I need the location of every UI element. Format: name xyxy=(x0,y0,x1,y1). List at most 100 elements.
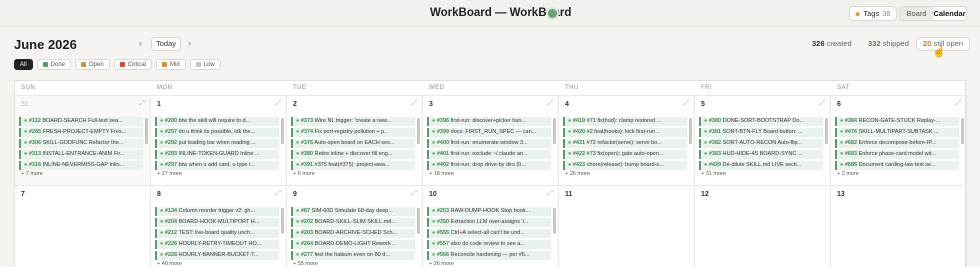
event-card[interactable]: ● #204 BOARD-HOOK-MULTIPORT H... xyxy=(155,218,279,227)
expand-day-icon[interactable]: ⤢ xyxy=(411,190,417,198)
day-cell[interactable]: 6 ⤢ ● #384 RECON-GATE-STUCK Replay-... ● #4… xyxy=(831,95,967,185)
event-card[interactable]: ● #384 RECON-GATE-STUCK Replay-... xyxy=(835,117,959,126)
expand-day-icon[interactable]: ⤢ xyxy=(275,100,281,108)
more-events-link[interactable]: + 40 more xyxy=(157,261,182,267)
day-scrollbar[interactable] xyxy=(145,118,148,144)
more-events-link[interactable]: + 55 more xyxy=(293,261,318,267)
day-scrollbar[interactable] xyxy=(689,118,692,144)
event-card[interactable]: ● #429 Dé-dilute SKILL.md LIVE secti... xyxy=(699,161,823,170)
day-scrollbar[interactable] xyxy=(281,208,284,234)
more-events-link[interactable]: + 27 more xyxy=(157,171,182,177)
day-cell[interactable]: 11 xyxy=(559,185,695,267)
event-card[interactable]: ● #382 SORT-AUTO-RECON Auto-flip... xyxy=(699,139,823,148)
event-card[interactable]: ● #401 first-run: exclude ~/.claude an..… xyxy=(427,150,551,159)
day-scrollbar[interactable] xyxy=(553,118,556,144)
event-card[interactable]: ● #423 chore(release): bump board-s... xyxy=(563,161,687,170)
day-cell[interactable]: 9 ⤢ ● #87 SIM-60D Simulate 60-day deep... ●… xyxy=(287,185,423,267)
day-cell[interactable]: 13 xyxy=(831,185,967,267)
day-scrollbar[interactable] xyxy=(417,118,420,144)
event-card[interactable]: ● #685 Document carding-law test se... xyxy=(835,161,959,170)
event-card[interactable]: ● #134 Column reorder trigger v2: gh... xyxy=(155,207,279,216)
expand-day-icon[interactable]: ⤢ xyxy=(547,190,553,198)
event-card[interactable]: ● #380 Retire inline + discover fill eng… xyxy=(291,150,415,159)
more-events-link[interactable]: + 31 more xyxy=(701,171,726,177)
event-card[interactable]: ● #277 feel the haikum even on 80 d... xyxy=(291,251,415,260)
event-card[interactable]: ● #566 Reconcile hardening — per #5... xyxy=(427,251,551,260)
event-card[interactable]: ● #381 SORT-BTN-FLY Board button: ... xyxy=(699,128,823,137)
day-scrollbar[interactable] xyxy=(417,208,420,234)
event-card[interactable]: ● #476 SKILL-MULTIPART-SUBTASK ... xyxy=(835,128,959,137)
day-scrollbar[interactable] xyxy=(281,118,284,144)
today-button[interactable]: Today xyxy=(151,37,181,51)
event-card[interactable]: ● #399 docs: FIRST_RUN_SPEC — can... xyxy=(427,128,551,137)
expand-day-icon[interactable]: ⤢ xyxy=(547,100,553,108)
board-view-tab[interactable]: Board xyxy=(900,7,933,20)
day-scrollbar[interactable] xyxy=(825,118,828,144)
event-card[interactable]: ● #419 #71 fix(hud): clamp restored ... xyxy=(563,117,687,126)
event-card[interactable]: ● #253 RAW-DUMP-HOOK Stop hook... xyxy=(427,207,551,216)
event-card[interactable]: ● #555 Ctrl+A select-all can't be und... xyxy=(427,229,551,238)
event-card[interactable]: ● #374 Fix port-registry pollution + p..… xyxy=(291,128,415,137)
day-cell[interactable]: 7 xyxy=(15,185,151,267)
event-card[interactable]: ● #264 BOARD-DEMO-LIGHT Rework ... xyxy=(291,240,415,249)
event-card[interactable]: ● #421 #72 refactor(serve): serve bo... xyxy=(563,139,687,148)
day-cell[interactable]: 1 ⤢ ● #200 btw the skill will require to d… xyxy=(151,95,287,185)
expand-day-icon[interactable]: ⤢ xyxy=(819,100,825,108)
expand-day-icon[interactable]: ⤢ xyxy=(411,100,417,108)
event-card[interactable]: ● #285 FRESH-PROJECT-EMPTY Fres... xyxy=(19,128,143,137)
day-cell[interactable]: 12 xyxy=(695,185,831,267)
next-month-button[interactable]: › xyxy=(188,38,191,48)
day-cell[interactable]: 4 ⤢ ● #419 #71 fix(hud): clamp restored ..… xyxy=(559,95,695,185)
more-events-link[interactable]: + 7 more xyxy=(21,171,43,177)
event-card[interactable]: ● #202 BOARD-SKILL-SLIM SKILL.md... xyxy=(291,218,415,227)
day-scrollbar[interactable] xyxy=(553,208,556,234)
more-events-link[interactable]: + 18 more xyxy=(429,171,454,177)
event-card[interactable]: ● #383 HUD-HIDE-4S BOARD-SYNC ... xyxy=(699,150,823,159)
calendar-view-tab[interactable]: Calendar xyxy=(933,7,966,20)
event-card[interactable]: ● #557 also do code review to see a... xyxy=(427,240,551,249)
event-card[interactable]: ● #228 HOURLY-BANNER-BUCKET-T... xyxy=(155,251,279,260)
more-events-link[interactable]: + 6 more xyxy=(293,171,315,177)
day-cell[interactable]: 2 ⤢ ● #373 Wire NL trigger: 'create a new.… xyxy=(287,95,423,185)
event-card[interactable]: ● #293 INLINE-TOKEN-GUARD Inline ... xyxy=(155,150,279,159)
expand-day-icon[interactable]: ⤢ xyxy=(683,100,689,108)
event-card[interactable]: ● #257 do u think its possible, idk the.… xyxy=(155,128,279,137)
filter-chip-open[interactable]: Open xyxy=(75,59,110,70)
filter-chip-mid[interactable]: Mid xyxy=(156,59,186,70)
expand-day-icon[interactable]: ⤢ xyxy=(275,190,281,198)
event-card[interactable]: ● #420 #2 feat(hooks): lock first-run ..… xyxy=(563,128,687,137)
day-cell[interactable]: 10 ⤢ ● #253 RAW-DUMP-HOOK Stop hook... ● #3… xyxy=(423,185,559,267)
day-cell[interactable]: 5 ⤢ ● #380 DONE-SORT-BOOTSTRAP Do... ● #381… xyxy=(695,95,831,185)
event-card[interactable]: ● #316 INLINE-NEVERMISS-GAP Inlin... xyxy=(19,161,143,170)
event-card[interactable]: ● #292 put loading bar when reading ... xyxy=(155,139,279,148)
more-events-link[interactable]: + 2 more xyxy=(837,171,859,177)
prev-month-button[interactable]: ‹ xyxy=(139,38,142,48)
event-card[interactable]: ● #422 #73 fix(open): gate auto-open... xyxy=(563,150,687,159)
event-card[interactable]: ● #396 first-run: discover+picker han... xyxy=(427,117,551,126)
more-events-link[interactable]: + 26 more xyxy=(429,261,454,267)
event-card[interactable]: ● #376 Auto-open board on EACH ses... xyxy=(291,139,415,148)
day-cell[interactable]: 3 ⤢ ● #396 first-run: discover+picker han.… xyxy=(423,95,559,185)
event-card[interactable]: ● #306 SKILL-GODFUNC Refactor the... xyxy=(19,139,143,148)
expand-day-icon[interactable]: ⤢ xyxy=(955,100,961,108)
filter-chip-critical[interactable]: Critical xyxy=(113,59,153,70)
event-card[interactable]: ● #400 first-run: enumerate window 3... xyxy=(427,139,551,148)
day-cell[interactable]: 31 ⤢ ● #112 BOARD-SEARCH Full-text sea... ●… xyxy=(15,95,151,185)
filter-chip-done[interactable]: Done xyxy=(36,59,72,70)
event-card[interactable]: ● #212 TEST: live-board quality unch... xyxy=(155,229,279,238)
event-card[interactable]: ● #297 btw when u add card, u type i... xyxy=(155,161,279,170)
event-card[interactable]: ● #200 btw the skill will require to d..… xyxy=(155,117,279,126)
event-card[interactable]: ● #373 Wire NL trigger: 'create a new... xyxy=(291,117,415,126)
event-card[interactable]: ● #203 BOARD-ARCHIVE-SCHED Sch... xyxy=(291,229,415,238)
day-cell[interactable]: 8 ⤢ ● #134 Column reorder trigger v2: gh..… xyxy=(151,185,287,267)
expand-day-icon[interactable]: ⤢ xyxy=(139,100,145,108)
event-card[interactable]: ● #350 Extraction LLM over-assigns 'i... xyxy=(427,218,551,227)
tags-button[interactable]: ◆ Tags 38 xyxy=(849,6,897,21)
event-card[interactable]: ● #313 INSTALL-ENTRANCE-ANIM Fir... xyxy=(19,150,143,159)
event-card[interactable]: ● #391 #375 feat(#375): project-awa... xyxy=(291,161,415,170)
event-card[interactable]: ● #380 DONE-SORT-BOOTSTRAP Do... xyxy=(699,117,823,126)
event-card[interactable]: ● #682 Enforce decompose-before-IP... xyxy=(835,139,959,148)
filter-chip-low[interactable]: Low xyxy=(189,59,221,70)
day-scrollbar[interactable] xyxy=(961,118,964,144)
more-events-link[interactable]: + 26 more xyxy=(565,171,590,177)
